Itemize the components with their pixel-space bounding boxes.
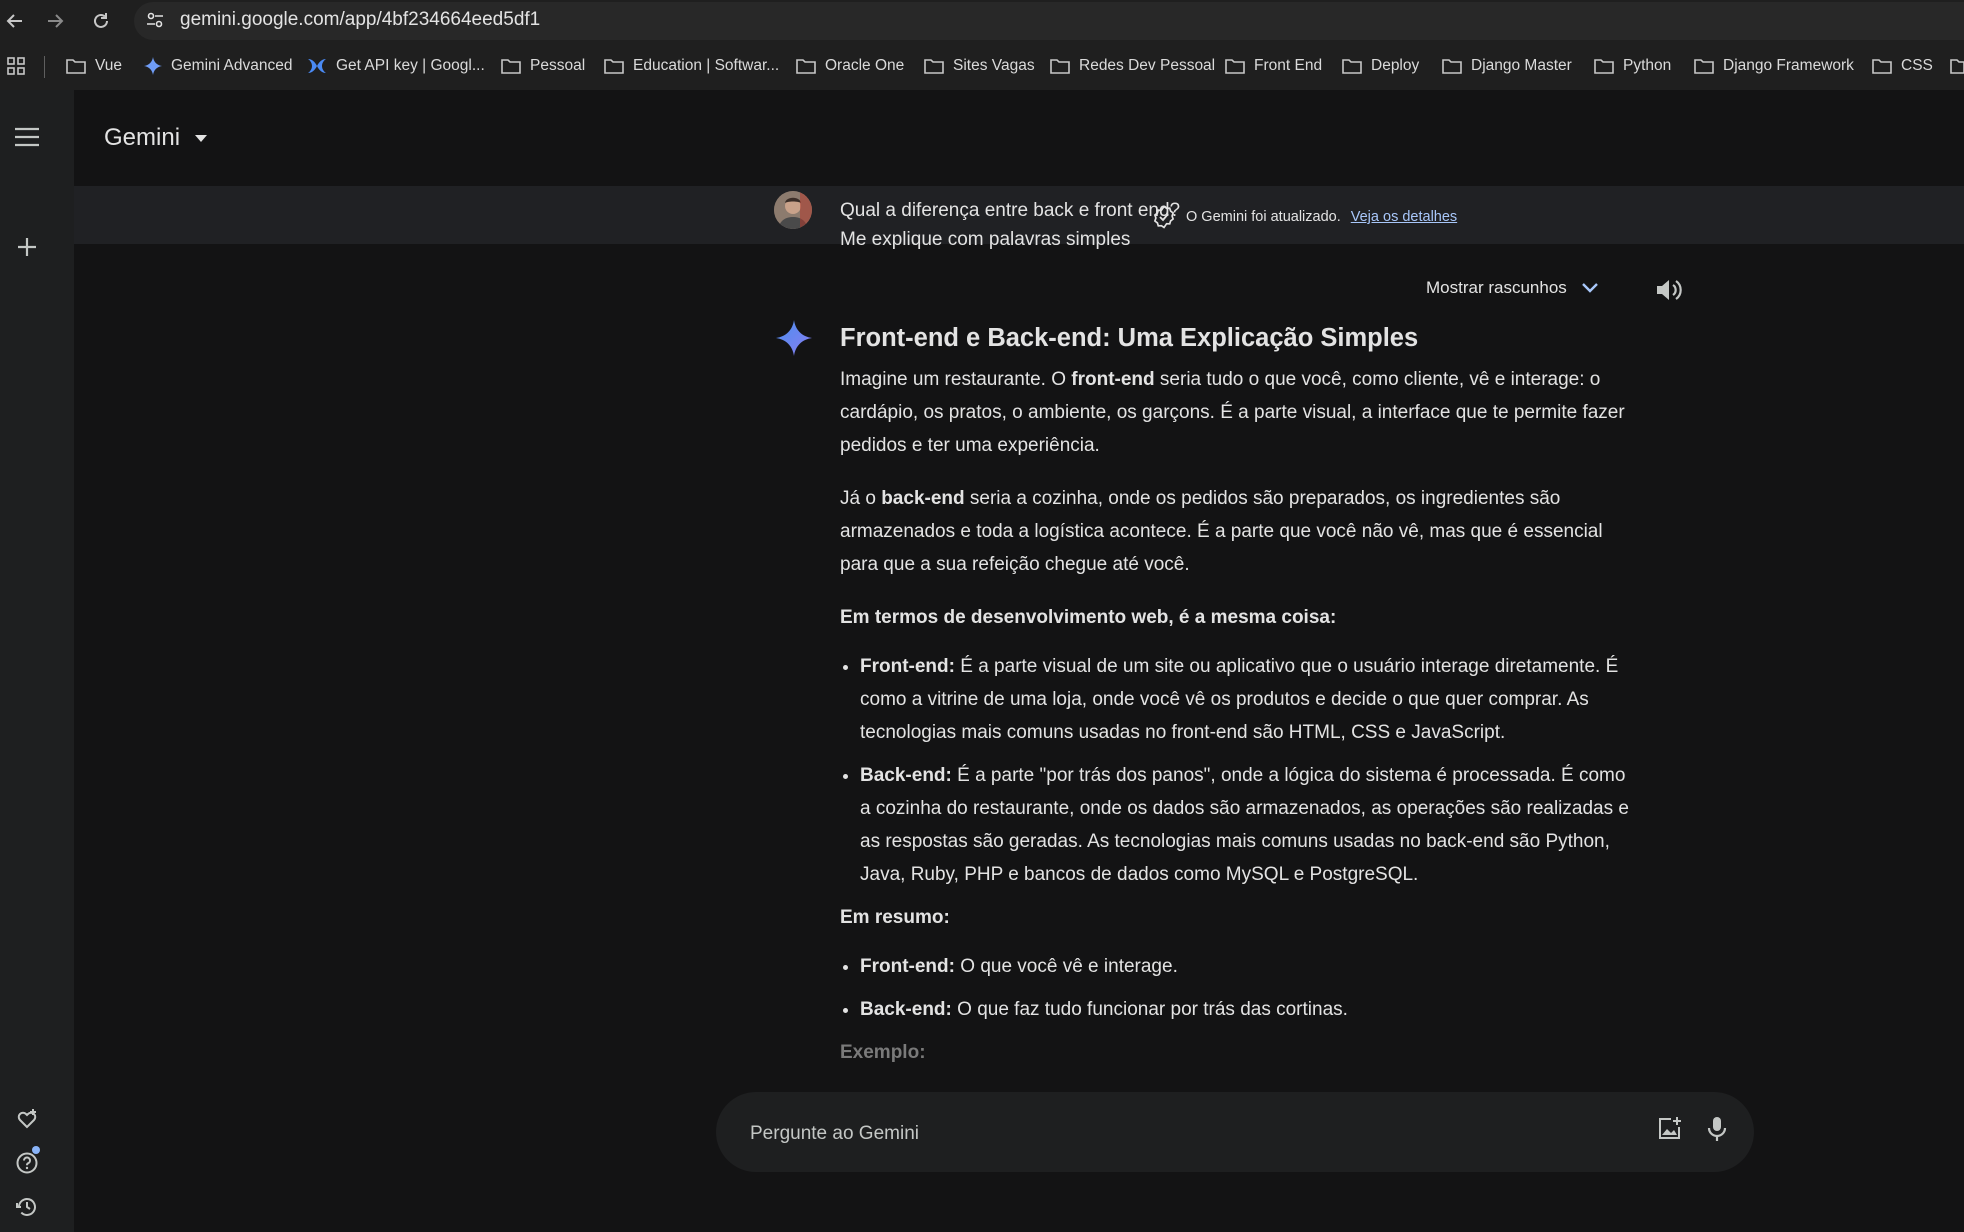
prompt-input-box xyxy=(716,1092,1754,1172)
folder-icon xyxy=(924,59,944,74)
show-drafts-label: Mostrar rascunhos xyxy=(1426,278,1567,297)
sidebar xyxy=(0,90,74,1232)
text-span: É a parte "por trás dos panos", onde a l… xyxy=(860,765,1629,885)
bold-term: front-end xyxy=(1071,369,1155,390)
text-span: O que faz tudo funcionar por trás das co… xyxy=(951,999,1348,1020)
reload-icon[interactable] xyxy=(86,6,116,36)
bookmark-oracle-one[interactable]: Oracle One xyxy=(796,54,904,78)
add-image-icon[interactable] xyxy=(1652,1112,1686,1146)
bookmark-get-api-key[interactable]: Get API key | Googl... xyxy=(307,54,485,78)
bold-term: back-end xyxy=(881,488,965,509)
bold-heading: Em resumo: xyxy=(840,907,950,928)
list-item: Back-end: O que faz tudo funcionar por t… xyxy=(860,993,1640,1026)
bookmark-overflow-folder[interactable] xyxy=(1950,54,1964,78)
folder-icon xyxy=(66,59,86,74)
gemini-sparkle-icon xyxy=(144,57,162,75)
list-item: Front-end: É a parte visual de um site o… xyxy=(860,650,1640,749)
response-paragraph: Já o back-end seria a cozinha, onde os p… xyxy=(840,482,1640,581)
bookmark-front-end[interactable]: Front End xyxy=(1225,54,1322,78)
bookmark-vue[interactable]: Vue xyxy=(66,54,122,78)
activity-history-icon[interactable] xyxy=(12,1192,42,1222)
model-selector[interactable]: Gemini xyxy=(104,124,208,152)
app-header: Gemini xyxy=(74,90,1964,186)
list-item: Front-end: O que você vê e interage. xyxy=(860,950,1640,983)
notification-dot xyxy=(32,1146,40,1154)
response-list: Front-end: O que você vê e interage. Bac… xyxy=(840,950,1640,1026)
folder-icon xyxy=(1342,59,1362,74)
folder-icon xyxy=(796,59,816,74)
ai-studio-icon xyxy=(308,59,326,73)
app-title: Gemini xyxy=(104,124,181,151)
response-paragraph: Em termos de desenvolvimento web, é a me… xyxy=(840,601,1640,634)
new-chat-icon[interactable] xyxy=(12,232,42,262)
show-drafts-button[interactable]: Mostrar rascunhos xyxy=(1426,278,1599,298)
gemini-response: Front-end e Back-end: Uma Explicação Sim… xyxy=(840,322,1640,1089)
bookmark-python[interactable]: Python xyxy=(1594,54,1671,78)
user-prompt: Qual a diferença entre back e front end?… xyxy=(840,196,1180,254)
url-text[interactable]: gemini.google.com/app/4bf234664eed5df1 xyxy=(180,9,540,31)
text-span: O que você vê e interage. xyxy=(954,956,1178,977)
site-info-icon[interactable] xyxy=(142,7,168,33)
user-avatar[interactable] xyxy=(774,191,812,229)
example-heading: Exemplo: xyxy=(840,1042,926,1063)
read-aloud-icon[interactable] xyxy=(1654,276,1682,309)
gem-manager-icon[interactable] xyxy=(12,1104,42,1134)
bookmarks-separator xyxy=(44,56,45,78)
list-item: Back-end: É a parte "por trás dos panos"… xyxy=(860,759,1640,891)
folder-icon xyxy=(1050,59,1070,74)
response-heading: Front-end e Back-end: Uma Explicação Sim… xyxy=(840,324,1419,352)
folder-icon xyxy=(1442,59,1462,74)
bold-term: Front-end: xyxy=(860,656,955,677)
bold-term: Front-end: xyxy=(860,956,955,977)
bold-term: Back-end: xyxy=(860,765,952,786)
bookmark-deploy[interactable]: Deploy xyxy=(1342,54,1419,78)
banner-text: O Gemini foi atualizado. xyxy=(1186,209,1341,225)
bookmark-pessoal[interactable]: Pessoal xyxy=(501,54,585,78)
folder-icon xyxy=(1594,59,1614,74)
banner-details-link[interactable]: Veja os detalhes xyxy=(1351,209,1457,225)
response-list: Front-end: É a parte visual de um site o… xyxy=(840,650,1640,891)
response-paragraph: Imagine um restaurante. O front-end seri… xyxy=(840,363,1640,462)
text-span: É a parte visual de um site ou aplicativ… xyxy=(860,656,1619,743)
folder-icon xyxy=(604,59,624,74)
folder-icon xyxy=(1694,59,1714,74)
bookmark-django-framework[interactable]: Django Framework xyxy=(1694,54,1854,78)
bookmark-sites-vagas[interactable]: Sites Vagas xyxy=(924,54,1035,78)
text-span: Já o xyxy=(840,488,882,509)
folder-icon xyxy=(1225,59,1245,74)
bookmark-education[interactable]: Education | Softwar... xyxy=(604,54,779,78)
bookmark-redes-dev-pessoal[interactable]: Redes Dev Pessoal xyxy=(1050,54,1215,78)
bookmark-gemini-advanced[interactable]: Gemini Advanced xyxy=(144,54,293,78)
text-span: Imagine um restaurante. O xyxy=(840,369,1072,390)
bold-heading: Em termos de desenvolvimento web, é a me… xyxy=(840,607,1337,628)
bold-term: Back-end: xyxy=(860,999,952,1020)
folder-icon xyxy=(1950,59,1964,74)
microphone-icon[interactable] xyxy=(1700,1112,1734,1146)
back-icon[interactable] xyxy=(0,6,30,36)
bookmark-css[interactable]: CSS xyxy=(1872,54,1933,78)
prompt-line-1: Qual a diferença entre back e front end? xyxy=(840,200,1181,221)
bookmarks-bar: Vue Gemini Advanced Get API key | Googl.… xyxy=(0,42,1964,90)
menu-icon[interactable] xyxy=(12,122,42,152)
chevron-down-icon xyxy=(1581,283,1598,293)
apps-grid-icon[interactable] xyxy=(6,56,26,81)
prompt-line-2: Me explique com palavras simples xyxy=(840,229,1131,250)
prompt-input[interactable] xyxy=(748,1116,1552,1152)
caret-down-icon xyxy=(195,135,208,142)
folder-icon xyxy=(1872,59,1892,74)
gemini-sparkle-icon xyxy=(776,320,812,361)
response-paragraph: Em resumo: xyxy=(840,901,1640,934)
browser-toolbar: gemini.google.com/app/4bf234664eed5df1 xyxy=(0,0,1964,42)
bookmark-django-master[interactable]: Django Master xyxy=(1442,54,1572,78)
forward-icon[interactable] xyxy=(40,6,70,36)
folder-icon xyxy=(501,59,521,74)
